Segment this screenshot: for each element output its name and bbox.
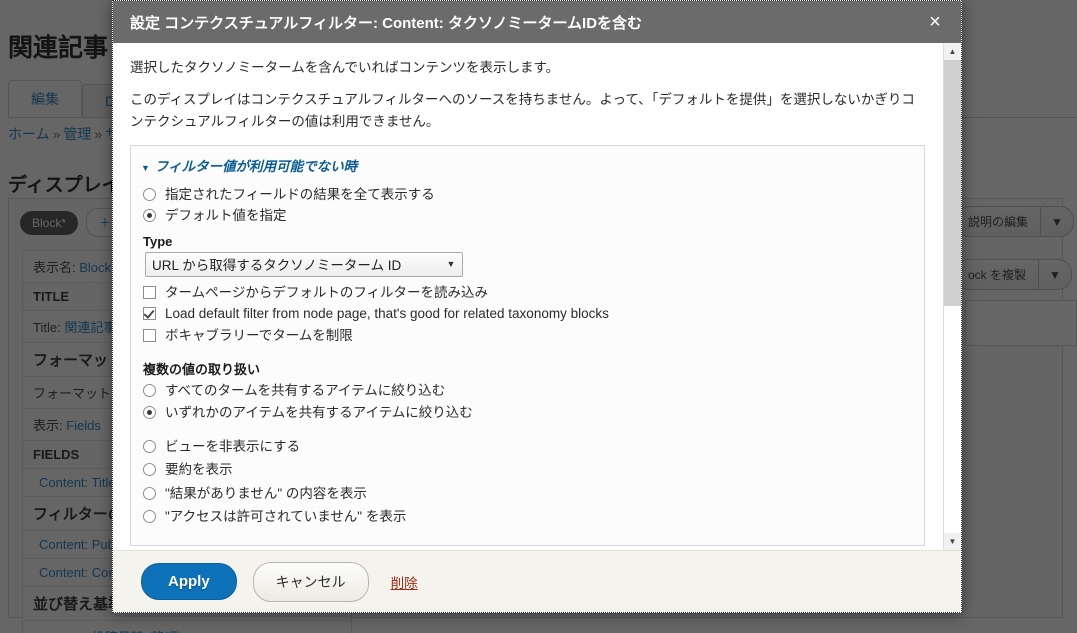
radio-label: 要約を表示 [165, 462, 233, 478]
radio-option-provide-default[interactable]: デフォルト値を指定 [143, 206, 914, 226]
checkbox-icon[interactable] [143, 307, 159, 321]
dialog-title: 設定 コンテクスチュアルフィルター: Content: タクソノミータームIDを… [130, 14, 643, 32]
dialog-scrollbar[interactable]: ▲ ▼ [943, 43, 961, 550]
checkbox-limit-terms-by-vocabulary[interactable]: ボキャブラリーでタームを制限 [143, 326, 914, 346]
radio-option-hide-view[interactable]: ビューを非表示にする [143, 437, 914, 457]
radio-label: "結果がありません" の内容を表示 [165, 485, 367, 501]
type-label: Type [143, 233, 173, 249]
checkbox-icon[interactable] [143, 328, 159, 342]
radio-option-or-any-term[interactable]: いずれかのアイテムを共有するアイテムに絞り込む [143, 403, 914, 423]
radio-icon[interactable] [143, 187, 159, 201]
radio-icon[interactable] [143, 463, 159, 477]
dialog-titlebar: 設定 コンテクスチュアルフィルター: Content: タクソノミータームIDを… [113, 1, 961, 43]
radio-label: デフォルト値を指定 [165, 208, 287, 224]
radio-option-show-access-denied[interactable]: "アクセスは許可されていません" を表示 [143, 507, 914, 527]
type-select[interactable]: URL から取得するタクソノミーターム ID ▼ [145, 251, 463, 277]
radio-icon[interactable] [143, 405, 159, 419]
fieldset-legend-label: フィルター値が利用可能でない時 [154, 158, 358, 174]
dialog-body: 選択したタクソノミータームを含んでいればコンテンツを表示します。 このディスプレ… [113, 43, 943, 550]
checkbox-load-default-from-node-page[interactable]: Load default filter from node page, that… [143, 304, 914, 324]
radio-icon[interactable] [143, 510, 159, 524]
delete-link[interactable]: 削除 [391, 572, 418, 592]
fieldset-legend[interactable]: ▼ フィルター値が利用可能でない時 [131, 146, 924, 181]
fieldset-body: 指定されたフィールドの結果を全て表示する デフォルト値を指定 Type URL … [131, 181, 924, 545]
scrollbar-thumb[interactable] [944, 60, 961, 306]
radio-label: 指定されたフィールドの結果を全て表示する [165, 186, 435, 202]
radio-option-show-all[interactable]: 指定されたフィールドの結果を全て表示する [143, 185, 914, 205]
checkbox-icon[interactable] [143, 285, 159, 299]
fallback-radio-group: ビューを非表示にする 要約を表示 "結果がありません" の内容を表示 "アクセス… [143, 437, 914, 527]
radio-icon[interactable] [143, 439, 159, 453]
checkbox-load-default-from-term-page[interactable]: タームページからデフォルトのフィルターを読み込み [143, 283, 914, 303]
radio-label: いずれかのアイテムを共有するアイテムに絞り込む [165, 404, 473, 420]
fallback-behavior-fieldset: ▼ フィルター値が利用可能でない時 指定されたフィールドの結果を全て表示する デフ… [130, 144, 925, 546]
radio-label: ビューを非表示にする [165, 438, 301, 454]
checkbox-label: Load default filter from node page, that… [165, 306, 609, 322]
radio-icon[interactable] [143, 384, 159, 398]
radio-icon[interactable] [143, 209, 159, 223]
radio-label: すべてのタームを共有するアイテムに絞り込む [165, 383, 446, 399]
apply-button[interactable]: Apply [141, 563, 237, 600]
dialog-footer: Apply キャンセル 削除 [113, 550, 961, 612]
radio-option-show-summary[interactable]: 要約を表示 [143, 460, 914, 480]
radio-label: "アクセスは許可されていません" を表示 [165, 509, 407, 525]
dialog-body-wrap: 選択したタクソノミータームを含んでいればコンテンツを表示します。 このディスプレ… [113, 43, 961, 550]
type-select-value: URL から取得するタクソノミーターム ID [152, 258, 402, 274]
multiple-values-label: 複数の値の取り扱い [143, 362, 261, 378]
checkbox-label: タームページからデフォルトのフィルターを読み込み [165, 284, 489, 300]
description-primary: 選択したタクソノミータームを含んでいればコンテンツを表示します。 [130, 60, 560, 75]
radio-icon[interactable] [143, 486, 159, 500]
radio-option-and-all-terms[interactable]: すべてのタームを共有するアイテムに絞り込む [143, 381, 914, 401]
settings-modal-dialog: 設定 コンテクスチュアルフィルター: Content: タクソノミータームIDを… [112, 0, 962, 613]
description-secondary: このディスプレイはコンテクスチュアルフィルターへのソースを持ちません。よって、「… [130, 91, 915, 129]
scroll-down-arrow-icon[interactable]: ▼ [944, 533, 961, 550]
close-icon[interactable]: × [923, 10, 947, 34]
scroll-up-arrow-icon[interactable]: ▲ [944, 43, 961, 60]
scrollbar-track[interactable] [944, 60, 961, 533]
cancel-button[interactable]: キャンセル [252, 561, 369, 602]
triangle-down-icon[interactable]: ▼ [141, 163, 150, 173]
chevron-down-icon[interactable]: ▼ [440, 259, 462, 269]
checkbox-label: ボキャブラリーでタームを制限 [165, 327, 353, 343]
radio-option-show-empty-text[interactable]: "結果がありません" の内容を表示 [143, 484, 914, 504]
